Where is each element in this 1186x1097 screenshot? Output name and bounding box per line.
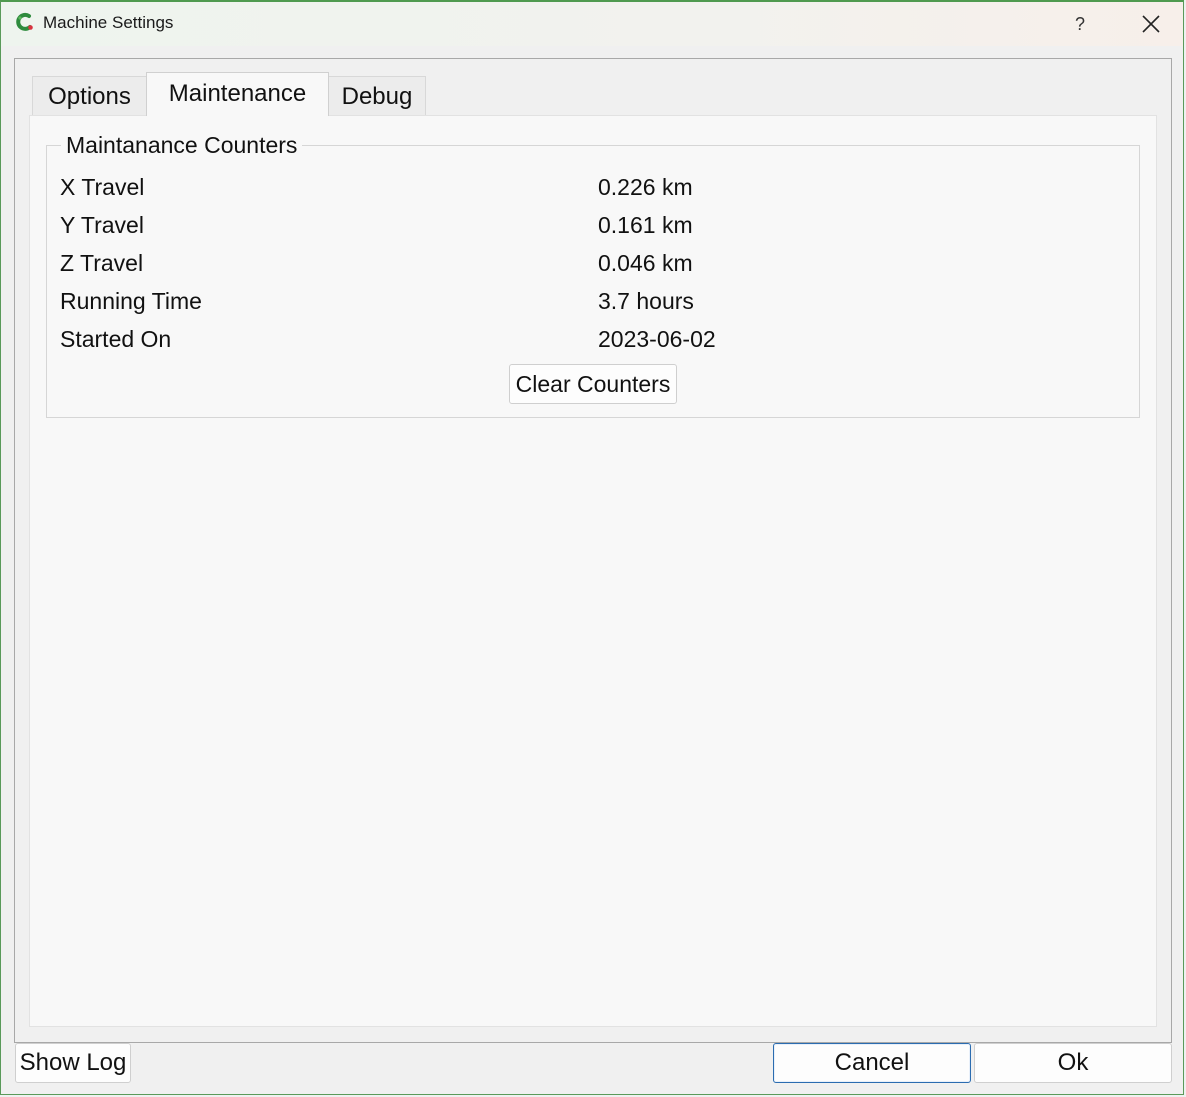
- tab-options[interactable]: Options: [32, 76, 147, 116]
- group-title: Maintanance Counters: [61, 132, 303, 159]
- started-on-label: Started On: [60, 326, 172, 352]
- z-travel-value: 0.046 km: [598, 250, 693, 276]
- running-time-label: Running Time: [60, 288, 202, 314]
- clear-counters-button[interactable]: Clear Counters: [509, 364, 677, 404]
- app-logo-icon: [16, 12, 33, 31]
- title-bar: Machine Settings ?: [1, 2, 1183, 46]
- window-title: Machine Settings: [43, 13, 174, 32]
- help-button[interactable]: ?: [1063, 6, 1097, 42]
- close-button[interactable]: [1131, 6, 1171, 42]
- cancel-button[interactable]: Cancel: [773, 1043, 971, 1083]
- tab-maintenance[interactable]: Maintenance: [146, 72, 329, 116]
- machine-settings-dialog: Machine Settings ? Options Maintenance D…: [0, 0, 1184, 1095]
- x-travel-value: 0.226 km: [598, 174, 693, 200]
- show-log-button[interactable]: Show Log: [15, 1043, 131, 1083]
- dialog-content: Options Maintenance Debug Maintanance Co…: [14, 58, 1172, 1043]
- running-time-value: 3.7 hours: [598, 288, 694, 314]
- z-travel-label: Z Travel: [60, 250, 144, 276]
- maintenance-counters-group: Maintanance Counters X Travel 0.226 km Y…: [46, 132, 1140, 418]
- y-travel-label: Y Travel: [60, 212, 144, 238]
- started-on-value: 2023-06-02: [598, 326, 716, 352]
- tab-debug[interactable]: Debug: [328, 76, 426, 116]
- ok-button[interactable]: Ok: [974, 1043, 1172, 1083]
- y-travel-value: 0.161 km: [598, 212, 693, 238]
- maintenance-tab-panel: Maintanance Counters X Travel 0.226 km Y…: [29, 115, 1157, 1027]
- close-icon: [1142, 15, 1160, 33]
- x-travel-label: X Travel: [60, 174, 145, 200]
